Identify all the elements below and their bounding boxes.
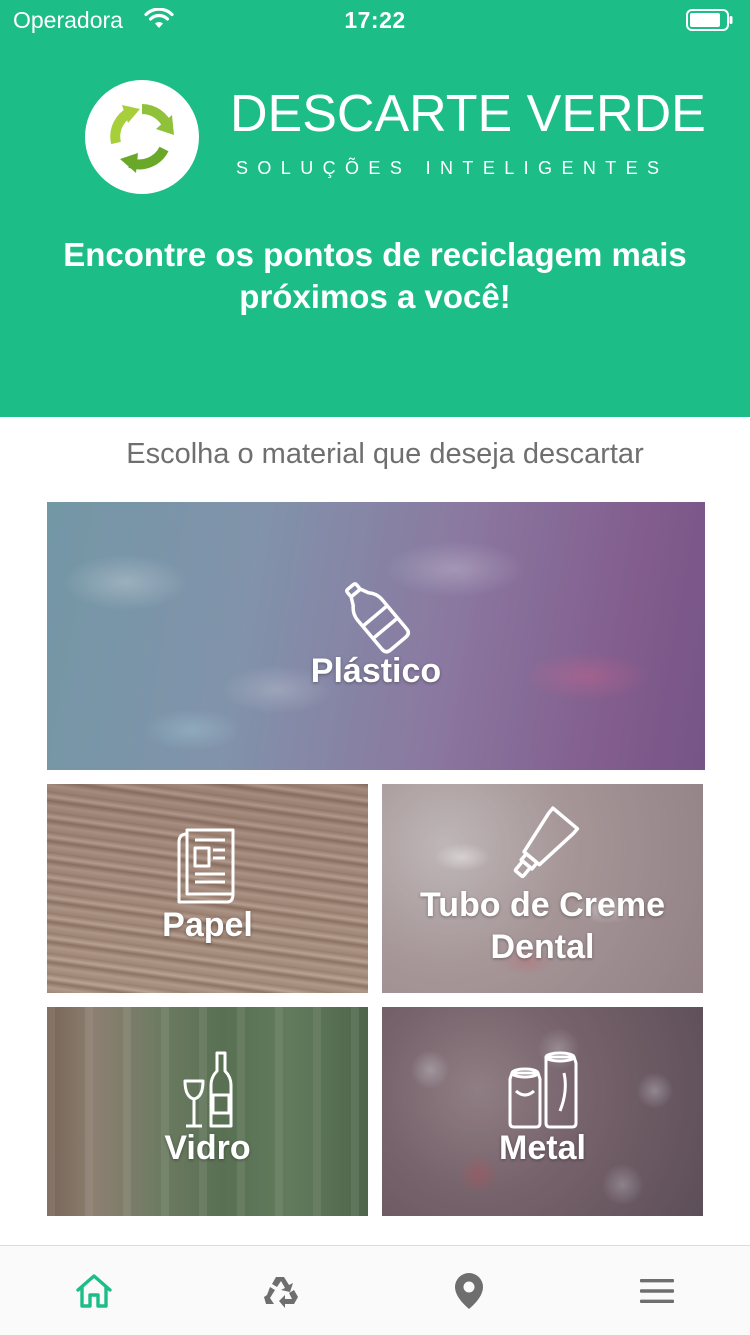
category-label-line-2: Dental (490, 928, 595, 966)
clock: 17:22 (344, 7, 406, 33)
tab-recycle[interactable] (188, 1246, 375, 1335)
status-bar: Operadora 17:22 (0, 0, 750, 40)
brand-name: DESCARTE VERDE (230, 85, 706, 143)
category-label: Metal (499, 1129, 586, 1167)
category-tile-glass[interactable]: Vidro (47, 1007, 368, 1216)
category-tile-plastic[interactable]: Plástico (47, 502, 705, 770)
menu-icon (639, 1278, 674, 1303)
headline: Encontre os pontos de reciclagem mais pr… (40, 234, 710, 318)
cans-icon (508, 1051, 578, 1129)
headline-line-2: próximos a você! (239, 278, 511, 315)
recycle-logo-icon (110, 104, 174, 173)
category-label: Tubo de Creme Dental (382, 884, 703, 968)
bottle-icon (345, 582, 411, 654)
tab-map[interactable] (375, 1246, 562, 1335)
home-icon (75, 1273, 112, 1308)
tab-menu[interactable] (563, 1246, 750, 1335)
category-tile-toothpaste[interactable]: Tubo de Creme Dental (382, 784, 703, 993)
category-label: Vidro (164, 1129, 251, 1167)
category-tile-paper[interactable]: Papel (47, 784, 368, 993)
brand-tagline: SOLUÇÕES INTELIGENTES (236, 158, 669, 178)
tab-home[interactable] (0, 1246, 187, 1335)
header: Operadora 17:22 DESCARTE VERDE SOLUÇÕES … (0, 0, 750, 417)
category-label: Papel (162, 906, 253, 944)
category-label-line-1: Tubo de Creme (420, 886, 665, 924)
glass-bottle-icon (183, 1051, 233, 1128)
category-label: Plástico (310, 652, 442, 690)
headline-line-1: Encontre os pontos de reciclagem mais (63, 236, 687, 273)
toothpaste-tube-icon (513, 806, 580, 879)
logo (85, 80, 199, 194)
map-pin-icon (454, 1272, 483, 1309)
newspaper-icon (177, 828, 235, 904)
tab-bar (0, 1245, 750, 1335)
battery-icon (686, 9, 733, 31)
recycle-icon (263, 1276, 298, 1308)
category-tile-metal[interactable]: Metal (382, 1007, 703, 1216)
material-prompt: Escolha o material que deseja descartar (126, 438, 644, 470)
